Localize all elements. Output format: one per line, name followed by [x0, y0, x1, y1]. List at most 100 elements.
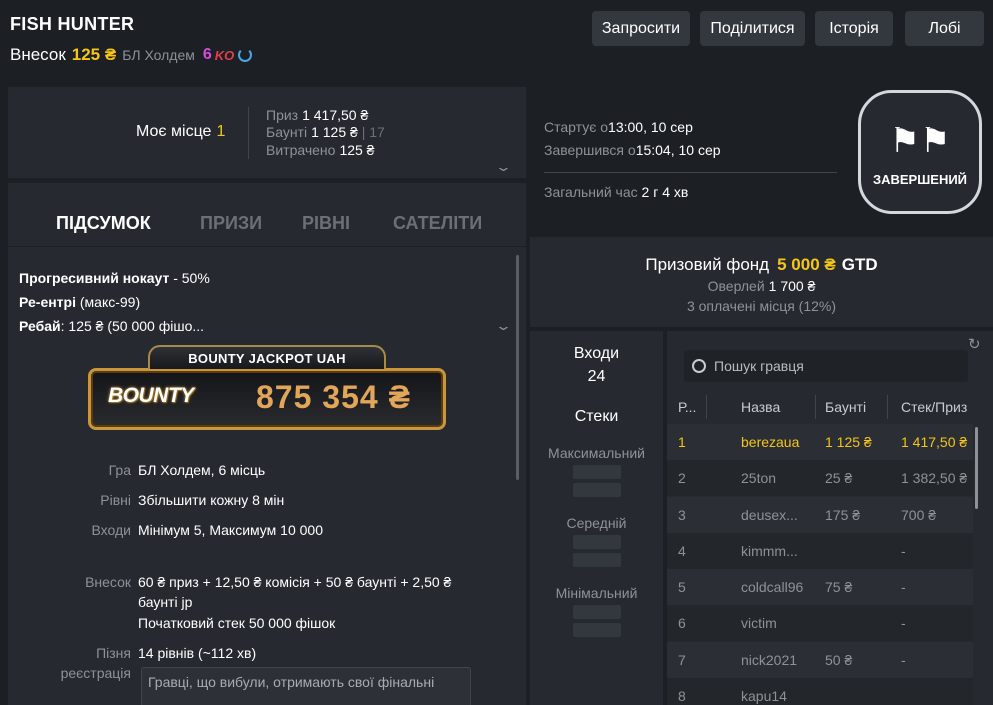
rank-cell: 5	[678, 579, 686, 595]
lobby-button[interactable]: Лобі	[905, 11, 984, 46]
buyin-detail-value-1: 60 ₴ приз + 12,50 ₴ комісія + 50 ₴ баунт…	[138, 574, 452, 590]
avg-stack-value	[573, 553, 621, 567]
my-place: Моє місце 1	[136, 123, 225, 141]
jackpot-banner: BOUNTY JACKPOT UAH	[148, 345, 386, 369]
player-name: berezaua	[741, 434, 800, 450]
bounty-logo: BOUNTY	[108, 384, 194, 407]
bounty-cell: 1 125 ₴	[825, 434, 872, 450]
table-row[interactable]: 7 nick2021 50 ₴ -	[667, 642, 973, 678]
start-time: Стартує о13:00, 10 сер	[544, 119, 693, 135]
table-row[interactable]: 5 coldcall96 75 ₴ -	[667, 569, 973, 605]
total-time: Загальний час 2 г 4 хв	[544, 184, 688, 200]
player-name: 25ton	[741, 470, 777, 486]
tab-satellites[interactable]: САТЕЛІТИ	[393, 213, 482, 234]
prize-cell: -	[901, 615, 906, 631]
divider	[887, 395, 888, 419]
chevron-down-icon[interactable]: ⌄	[495, 318, 512, 334]
overlay: Оверлей 1 700 ₴	[530, 278, 993, 294]
max-stack-value	[573, 465, 621, 479]
min-stack-value	[573, 605, 621, 619]
summary-line-knockout: Прогресивний нокаут - 50%	[19, 270, 210, 286]
prize-cell: 1 417,50 ₴	[901, 434, 968, 450]
late-reg-label-1: Пізня	[96, 645, 131, 661]
bounty-jackpot: BOUNTY JACKPOT UAH BOUNTY 875 354 ₴	[88, 345, 446, 433]
tooltip: Гравці, що вибули, отримають свої фіналь…	[141, 667, 471, 705]
history-button[interactable]: Історія	[815, 11, 893, 46]
player-name: victim	[741, 615, 777, 631]
col-rank[interactable]: Р...	[678, 399, 696, 415]
prize-value: 1 417,50 ₴	[302, 107, 369, 123]
players-panel: ↻ Р... Назва Баунті Стек/Приз 1 berezaua…	[667, 331, 993, 705]
buyin-detail-value-2: баунті jp	[138, 594, 193, 610]
entries-value: Мінімум 5, Максимум 10 000	[138, 522, 323, 538]
overlay-value: 1 700 ₴	[768, 278, 816, 294]
search-input[interactable]	[714, 358, 954, 374]
table-row[interactable]: 1 berezaua 1 125 ₴ 1 417,50 ₴	[667, 424, 973, 460]
tab-summary[interactable]: ПІДСУМОК	[56, 213, 151, 234]
prize-pool-amount: 5 000 ₴	[777, 255, 836, 274]
invite-button[interactable]: Запросити	[592, 11, 690, 46]
spent-stat: Витрачено 125 ₴	[266, 142, 374, 158]
scrollbar[interactable]	[516, 255, 519, 480]
tab-levels[interactable]: РІВНІ	[302, 213, 350, 234]
bounty-label: Баунті	[266, 124, 308, 140]
my-place-panel: Моє місце 1 Приз 1 417,50 ₴ Баунті 1 125 ₴ …	[8, 87, 526, 178]
prize-cell: -	[901, 579, 906, 595]
divider	[815, 395, 816, 419]
col-bounty[interactable]: Баунті	[825, 399, 866, 415]
prize-cell: 1 382,50 ₴	[901, 470, 968, 486]
refresh-icon[interactable]: ↻	[968, 335, 981, 353]
prize-pool-label: Призовий фонд	[645, 255, 770, 274]
entries-count: 24	[587, 368, 606, 385]
start-label: Стартує о	[544, 119, 609, 135]
table-row[interactable]: 6 victim -	[667, 605, 973, 641]
divider	[248, 107, 249, 159]
table-row[interactable]: 4 kimmm... -	[667, 533, 973, 569]
col-name[interactable]: Назва	[741, 399, 780, 415]
min-stack-label: Мінімальний	[555, 585, 638, 601]
min-stack-value	[573, 623, 621, 637]
paid-places: 3 оплачені місця (12%)	[686, 298, 837, 314]
search-icon	[692, 359, 706, 373]
entries-count-label: Входи	[573, 345, 620, 362]
col-stack-prize[interactable]: Стек/Приз	[901, 399, 967, 415]
table-row[interactable]: 8 kapu14	[667, 678, 973, 705]
rank-cell: 4	[678, 543, 686, 559]
bounty-cell: 50 ₴	[825, 652, 853, 668]
table-row[interactable]: 3 deusex... 175 ₴ 700 ₴	[667, 497, 973, 533]
prize-pool-panel: Призовий фонд 5 000 ₴ GTD Оверлей 1 700 ₴ 3…	[530, 237, 993, 327]
bounty-cell: 75 ₴	[825, 579, 853, 595]
prize-pool: Призовий фонд 5 000 ₴ GTD	[530, 255, 993, 275]
status-badge: ⚑⚑ ЗАВЕРШЕНИЙ	[858, 90, 982, 214]
total-value: 2 г 4 хв	[641, 184, 689, 200]
tab-prizes[interactable]: ПРИЗИ	[200, 213, 262, 234]
player-search[interactable]	[684, 350, 968, 382]
my-place-label: Моє місце	[136, 123, 212, 140]
start-value: 13:00, 10 сер	[608, 119, 693, 135]
spent-value: 125 ₴	[339, 142, 375, 158]
jackpot-amount: 875 354 ₴	[256, 379, 411, 415]
bounty-separator: |	[361, 124, 366, 140]
share-button[interactable]: Поділитися	[700, 11, 805, 46]
max-stack-label: Максимальний	[548, 445, 645, 461]
game-type: БЛ Холдем	[122, 47, 195, 63]
tournament-title: FISH HUNTER	[10, 14, 135, 34]
player-name: deusex...	[741, 507, 798, 523]
player-name: nick2021	[741, 652, 798, 668]
total-label: Загальний час	[544, 184, 638, 200]
summary-line-reentry: Ре-ентрі (макс-99)	[19, 294, 141, 310]
end-time: Завершився о15:04, 10 сер	[544, 142, 721, 158]
prize-stat: Приз 1 417,50 ₴	[266, 107, 368, 123]
rank-cell: 3	[678, 507, 686, 523]
buyin-line: Внесок 125 ₴ БЛ Холдем 6 KO	[10, 45, 253, 65]
status-label: ЗАВЕРШЕНИЙ	[872, 171, 968, 187]
summary-line-rebuy: Ребай: 125 ₴ (50 000 фішо...	[19, 318, 205, 334]
checkered-flags-icon: ⚑⚑	[889, 121, 951, 160]
chevron-down-icon[interactable]: ⌄	[495, 159, 512, 175]
table-row[interactable]: 2 25ton 25 ₴ 1 382,50 ₴	[667, 460, 973, 496]
end-value: 15:04, 10 сер	[635, 142, 721, 158]
starting-stack: Початковий стек 50 000 фішок	[138, 615, 336, 631]
entries-panel: Входи 24 Стеки Максимальний Середній Мін…	[530, 331, 663, 705]
scrollbar[interactable]	[975, 427, 978, 509]
divider	[706, 395, 707, 419]
